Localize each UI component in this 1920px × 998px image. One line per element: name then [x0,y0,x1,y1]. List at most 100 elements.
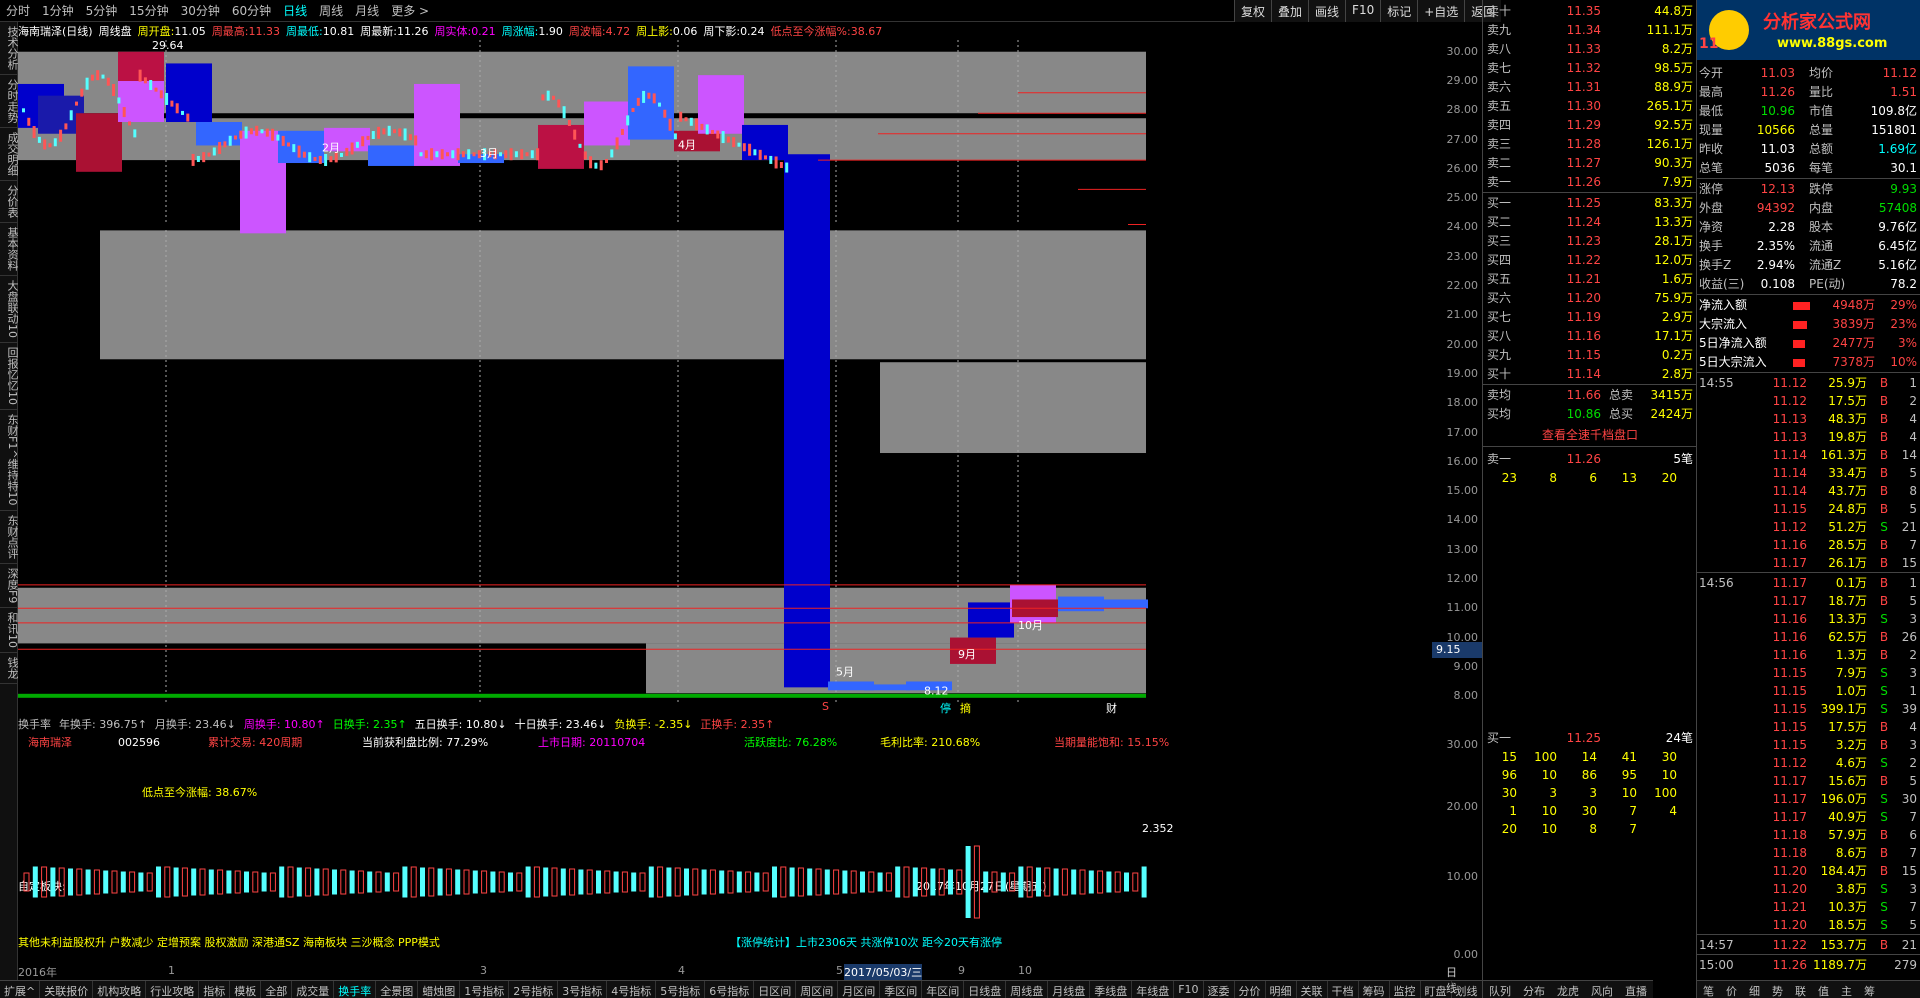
sell-level[interactable]: 卖四 11.29 92.5万 [1483,116,1697,134]
bottom-tab-24[interactable]: 月线盘 [1048,981,1091,998]
bottom-tab-8[interactable]: 换手率 [334,981,377,998]
quote-bottom-tab-6[interactable]: 主 [1835,981,1858,998]
buy-level[interactable]: 买五 11.21 1.6万 [1483,270,1697,288]
left-tab-4[interactable]: 基本资料 [0,223,19,276]
buy-level[interactable]: 买九 11.15 0.2万 [1483,346,1697,364]
left-tab-0[interactable]: 技术分析 [0,22,19,75]
event-marker[interactable]: 摘 [960,700,971,716]
book-bottom-tab-0[interactable]: 队列 [1483,981,1517,998]
book-bottom-tab-4[interactable]: 直播 [1619,981,1653,998]
sell-level[interactable]: 卖十 11.35 44.8万 [1483,2,1697,20]
bottom-tab-29[interactable]: 分价 [1235,981,1266,998]
book-bottom-tab-2[interactable]: 龙虎 [1551,981,1585,998]
left-tab-6[interactable]: 回报忆忆10 [0,343,19,410]
left-tab-2[interactable]: 成交明细 [0,128,19,181]
period-tab-5[interactable]: 60分钟 [226,2,277,19]
quote-bottom-tab-0[interactable]: 笔 [1697,981,1720,998]
toolbar-button-5[interactable]: +自选 [1417,0,1465,22]
bottom-tab-5[interactable]: 模板 [230,981,262,998]
bottom-tab-30[interactable]: 明细 [1266,981,1297,998]
toolbar-button-1[interactable]: 叠加 [1271,0,1309,22]
view-all-depth-link[interactable]: 查看全速千档盘口 [1483,426,1697,444]
buy-level[interactable]: 买一 11.25 83.3万 [1483,194,1697,212]
period-tab-3[interactable]: 15分钟 [123,2,174,19]
period-tab-8[interactable]: 月线 [349,2,385,19]
bottom-tab-27[interactable]: F10 [1174,981,1204,998]
bottom-tab-7[interactable]: 成交量 [292,981,335,998]
quote-bottom-tab-5[interactable]: 值 [1812,981,1835,998]
buy-level[interactable]: 买六 11.20 75.9万 [1483,289,1697,307]
buy-level[interactable]: 买四 11.22 12.0万 [1483,251,1697,269]
bottom-tab-4[interactable]: 指标 [199,981,231,998]
bottom-tab-1[interactable]: 关联报价 [40,981,94,998]
period-tab-0[interactable]: 分时 [0,2,36,19]
toolbar-button-3[interactable]: F10 [1345,0,1381,22]
sell-level[interactable]: 卖八 11.33 8.2万 [1483,40,1697,58]
book-bottom-tab-1[interactable]: 分布 [1517,981,1551,998]
bottom-tab-9[interactable]: 全景图 [376,981,419,998]
bottom-tab-21[interactable]: 年区间 [922,981,965,998]
sell-level[interactable]: 卖七 11.32 98.5万 [1483,59,1697,77]
bottom-tab-10[interactable]: 蜡烛图 [418,981,461,998]
bottom-tab-17[interactable]: 日区间 [754,981,797,998]
period-tab-2[interactable]: 5分钟 [80,2,124,19]
left-tab-9[interactable]: 深度F9 [0,564,19,608]
sell-level[interactable]: 卖三 11.28 126.1万 [1483,135,1697,153]
bottom-tab-18[interactable]: 周区间 [796,981,839,998]
buy-level[interactable]: 买十 11.14 2.8万 [1483,365,1697,383]
buy-level[interactable]: 买八 11.16 17.1万 [1483,327,1697,345]
sell-level[interactable]: 卖一 11.26 7.9万 [1483,173,1697,191]
left-tab-11[interactable]: 钱龙 [0,653,19,684]
left-tab-10[interactable]: 和讯10 [0,608,19,653]
bottom-tab-23[interactable]: 周线盘 [1006,981,1049,998]
sell-level[interactable]: 卖二 11.27 90.3万 [1483,154,1697,172]
left-tab-7[interactable]: 东财F1^维持特10 [0,410,19,511]
left-tab-5[interactable]: 大盘联动10 [0,276,19,343]
kline-chart[interactable]: 2月 3月 4月 5月 9月 10月 29.64 8.12 [18,40,1430,702]
bottom-tab-22[interactable]: 日线盘 [964,981,1007,998]
quote-bottom-tab-2[interactable]: 细 [1743,981,1766,998]
bottom-tab-26[interactable]: 年线盘 [1132,981,1175,998]
quote-bottom-tab-7[interactable]: 筹 [1858,981,1881,998]
bottom-tab-32[interactable]: 干档 [1328,981,1359,998]
toolbar-button-2[interactable]: 画线 [1308,0,1346,22]
bottom-tab-11[interactable]: 1号指标 [460,981,510,998]
left-tab-8[interactable]: 东财点评 [0,511,19,564]
period-tab-4[interactable]: 30分钟 [175,2,226,19]
left-tab-1[interactable]: 分时走势 [0,75,19,128]
sell-level[interactable]: 卖五 11.30 265.1万 [1483,97,1697,115]
bottom-tab-20[interactable]: 季区间 [880,981,923,998]
bottom-tab-0[interactable]: 扩展^ [0,981,41,998]
period-tab-7[interactable]: 周线 [313,2,349,19]
buy-level[interactable]: 买三 11.23 28.1万 [1483,232,1697,250]
bottom-tab-34[interactable]: 监控 [1390,981,1421,998]
buy-level[interactable]: 买七 11.19 2.9万 [1483,308,1697,326]
quote-bottom-tab-3[interactable]: 势 [1766,981,1789,998]
bottom-tab-33[interactable]: 筹码 [1359,981,1390,998]
bottom-tab-14[interactable]: 4号指标 [607,981,657,998]
book-bottom-tab-3[interactable]: 风向 [1585,981,1619,998]
bottom-tab-28[interactable]: 逐委 [1204,981,1235,998]
bottom-tab-6[interactable]: 全部 [261,981,293,998]
quote-bottom-tab-4[interactable]: 联 [1789,981,1812,998]
toolbar-button-4[interactable]: 标记 [1380,0,1418,22]
bottom-tab-16[interactable]: 6号指标 [705,981,755,998]
bottom-tab-13[interactable]: 3号指标 [558,981,608,998]
sell-level[interactable]: 卖六 11.31 88.9万 [1483,78,1697,96]
turnover-indicator-chart[interactable]: 海南瑞泽 002596 累计交易: 420周期 当前获利盘比例: 77.29% 上市日期… [18,732,1430,980]
bottom-tab-31[interactable]: 关联 [1297,981,1328,998]
bottom-tab-15[interactable]: 5号指标 [656,981,706,998]
left-tab-3[interactable]: 分价表 [0,181,19,223]
event-marker[interactable]: 财 [1106,700,1117,716]
bottom-tab-3[interactable]: 行业攻略 [146,981,200,998]
bottom-tab-25[interactable]: 季线盘 [1090,981,1133,998]
sell-level[interactable]: 卖九 11.34 111.1万 [1483,21,1697,39]
bottom-tab-19[interactable]: 月区间 [838,981,881,998]
buy-level[interactable]: 买二 11.24 13.3万 [1483,213,1697,231]
period-tab-9[interactable]: 更多 > [385,2,435,19]
period-tab-6[interactable]: 日线 [277,2,313,19]
bottom-tab-2[interactable]: 机构攻略 [93,981,147,998]
period-tab-1[interactable]: 1分钟 [36,2,80,19]
bottom-tab-12[interactable]: 2号指标 [509,981,559,998]
event-marker[interactable]: S [822,700,829,713]
